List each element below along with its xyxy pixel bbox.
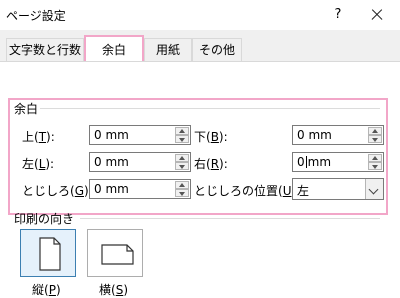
bottom-margin-label: 下(B):	[194, 130, 228, 144]
close-icon[interactable]	[366, 4, 388, 26]
bottom-margin-value[interactable]: 0 mm	[297, 128, 332, 142]
left-margin-spinner[interactable]: 0 mm	[89, 152, 191, 172]
margins-group-line	[40, 108, 380, 109]
orientation-group-label: 印刷の向き	[14, 212, 75, 226]
margins-group-label: 余白	[14, 102, 39, 116]
left-margin-down-icon[interactable]	[175, 162, 189, 170]
gutter-position-select[interactable]: 左	[292, 178, 384, 200]
chevron-down-icon[interactable]	[365, 179, 383, 199]
left-margin-value[interactable]: 0 mm	[94, 155, 129, 169]
gutter-position-value[interactable]: 左	[297, 182, 309, 199]
bottom-margin-spinner[interactable]: 0 mm	[292, 125, 384, 145]
portrait-label: 縦(P)	[32, 283, 61, 297]
top-margin-up-icon[interactable]	[175, 127, 189, 135]
top-margin-value[interactable]: 0 mm	[94, 128, 129, 142]
gutter-spinner[interactable]: 0 mm	[89, 179, 191, 199]
right-margin-value[interactable]: 0 mm	[297, 155, 331, 169]
title-bar: ページ設定 ?	[0, 0, 400, 30]
gutter-down-icon[interactable]	[175, 189, 189, 197]
right-margin-up-icon[interactable]	[368, 154, 382, 162]
tab-paper[interactable]: 用紙	[144, 38, 192, 61]
right-margin-down-icon[interactable]	[368, 162, 382, 170]
left-margin-up-icon[interactable]	[175, 154, 189, 162]
top-margin-down-icon[interactable]	[175, 135, 189, 143]
orientation-group-line	[80, 218, 380, 219]
right-margin-spinner[interactable]: 0 mm	[292, 152, 384, 172]
top-margin-label: 上(T):	[22, 130, 55, 144]
bottom-margin-down-icon[interactable]	[368, 135, 382, 143]
portrait-button[interactable]	[20, 229, 76, 277]
gutter-position-label: とじしろの位置(U):	[194, 184, 300, 198]
gutter-value[interactable]: 0 mm	[94, 182, 129, 196]
bottom-margin-up-icon[interactable]	[368, 127, 382, 135]
text-caret	[305, 156, 307, 168]
gutter-label: とじしろ(G):	[22, 184, 93, 198]
gutter-up-icon[interactable]	[175, 181, 189, 189]
portrait-page-icon	[39, 237, 61, 271]
tab-character-count[interactable]: 文字数と行数	[6, 38, 84, 61]
landscape-page-icon	[101, 244, 134, 265]
landscape-button[interactable]	[87, 229, 143, 277]
landscape-label: 横(S)	[99, 283, 128, 297]
dialog-body: 文字数と行数 余白 用紙 その他 余白 上(T): 0 mm 下(B): 0 m…	[0, 30, 400, 297]
help-button[interactable]: ?	[328, 5, 348, 25]
tab-other[interactable]: その他	[192, 38, 242, 61]
tab-margins[interactable]: 余白	[84, 35, 144, 62]
top-margin-spinner[interactable]: 0 mm	[89, 125, 191, 145]
left-margin-label: 左(L):	[22, 157, 55, 171]
right-margin-label: 右(R):	[194, 157, 228, 171]
margins-panel: 余白 上(T): 0 mm 下(B): 0 mm 左(L): 0 mm 右(R)…	[0, 62, 400, 297]
window-title: ページ設定	[6, 9, 66, 23]
